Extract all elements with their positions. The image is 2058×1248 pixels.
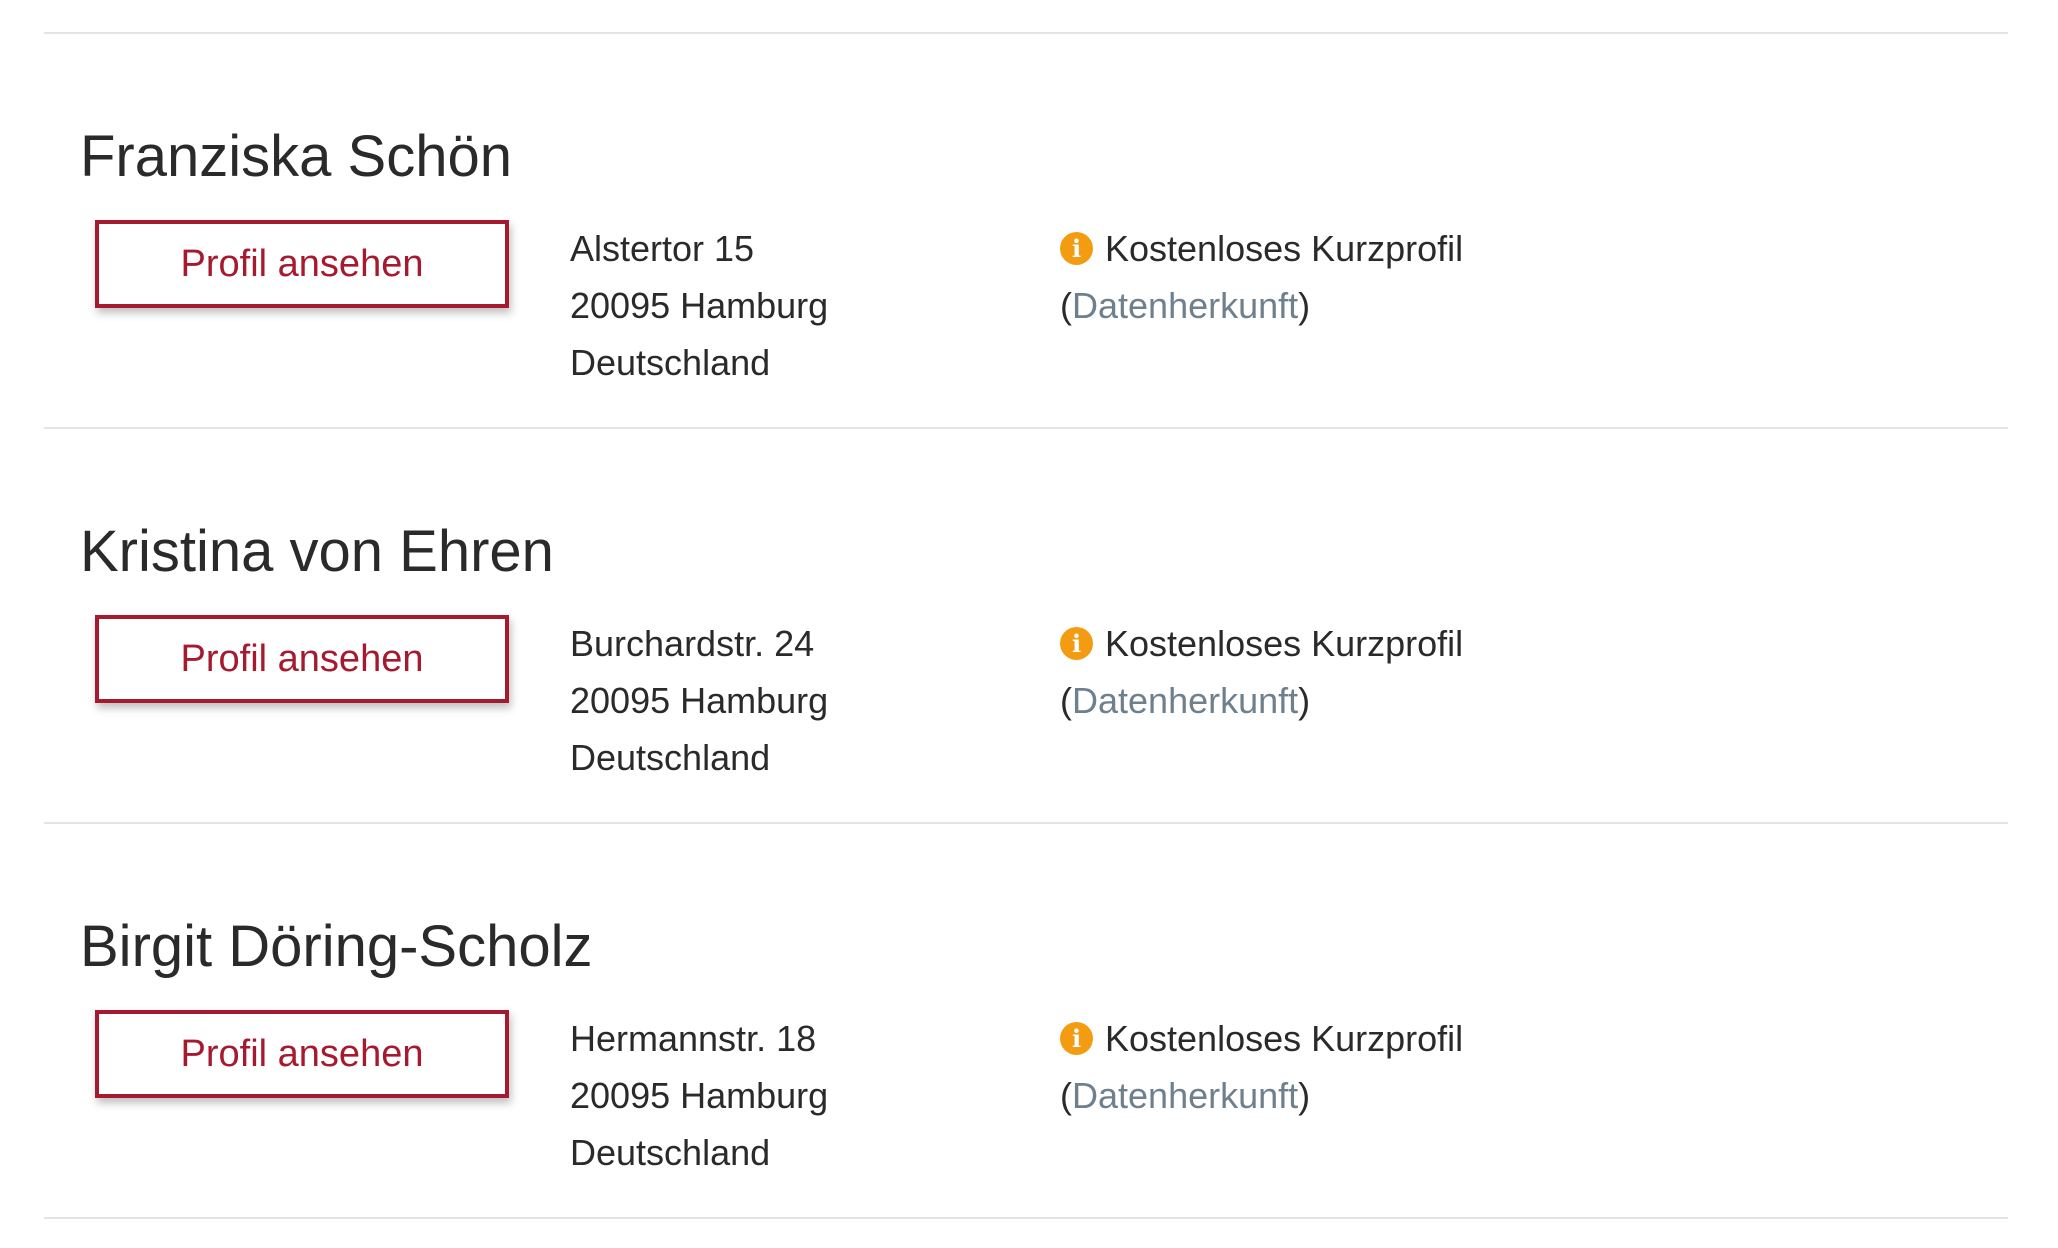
- address-street: Hermannstr. 18: [570, 1018, 817, 1059]
- info-icon[interactable]: i: [1060, 232, 1093, 265]
- address-block: Burchardstr. 24 20095 Hamburg Deutschlan…: [570, 615, 828, 786]
- address-street: Burchardstr. 24: [570, 623, 815, 664]
- data-source-link[interactable]: Datenherkunft: [1072, 285, 1298, 326]
- address-street: Alstertor 15: [570, 228, 755, 269]
- profile-type-line: i Kostenloses Kurzprofil: [1060, 220, 1463, 277]
- address-city: 20095 Hamburg: [570, 285, 829, 326]
- data-source-link[interactable]: Datenherkunft: [1072, 1075, 1298, 1116]
- result-entry: Franziska Schön Profil ansehen Alstertor…: [0, 0, 2058, 394]
- data-source-line: (Datenherkunft): [1060, 277, 1463, 334]
- profile-type-label: Kostenloses Kurzprofil: [1105, 623, 1464, 664]
- profile-info: i Kostenloses Kurzprofil (Datenherkunft): [1060, 615, 1463, 729]
- view-profile-button[interactable]: Profil ansehen: [95, 220, 509, 308]
- address-country: Deutschland: [570, 1132, 771, 1173]
- profile-info: i Kostenloses Kurzprofil (Datenherkunft): [1060, 220, 1463, 334]
- address-block: Alstertor 15 20095 Hamburg Deutschland: [570, 220, 828, 391]
- person-name: Franziska Schön: [80, 124, 512, 189]
- profile-type-line: i Kostenloses Kurzprofil: [1060, 1010, 1463, 1067]
- address-city: 20095 Hamburg: [570, 680, 829, 721]
- paren-close: ): [1298, 680, 1311, 721]
- paren-close: ): [1298, 1075, 1311, 1116]
- data-source-line: (Datenherkunft): [1060, 672, 1463, 729]
- address-country: Deutschland: [570, 342, 771, 383]
- data-source-line: (Datenherkunft): [1060, 1067, 1463, 1124]
- paren-open: (: [1060, 680, 1072, 721]
- profile-type-label: Kostenloses Kurzprofil: [1105, 1018, 1464, 1059]
- person-name: Birgit Döring-Scholz: [80, 914, 593, 979]
- view-profile-button[interactable]: Profil ansehen: [95, 1010, 509, 1098]
- result-entry: Birgit Döring-Scholz Profil ansehen Herm…: [0, 790, 2058, 1184]
- address-country: Deutschland: [570, 737, 771, 778]
- address-city: 20095 Hamburg: [570, 1075, 829, 1116]
- profile-type-line: i Kostenloses Kurzprofil: [1060, 615, 1463, 672]
- profile-type-label: Kostenloses Kurzprofil: [1105, 228, 1464, 269]
- data-source-link[interactable]: Datenherkunft: [1072, 680, 1298, 721]
- paren-close: ): [1298, 285, 1311, 326]
- profile-info: i Kostenloses Kurzprofil (Datenherkunft): [1060, 1010, 1463, 1124]
- person-name: Kristina von Ehren: [80, 519, 554, 584]
- view-profile-button[interactable]: Profil ansehen: [95, 615, 509, 703]
- divider-bottom: [44, 1217, 2008, 1219]
- info-icon[interactable]: i: [1060, 1022, 1093, 1055]
- address-block: Hermannstr. 18 20095 Hamburg Deutschland: [570, 1010, 828, 1181]
- paren-open: (: [1060, 1075, 1072, 1116]
- info-icon[interactable]: i: [1060, 627, 1093, 660]
- result-entry: Kristina von Ehren Profil ansehen Burcha…: [0, 395, 2058, 789]
- paren-open: (: [1060, 285, 1072, 326]
